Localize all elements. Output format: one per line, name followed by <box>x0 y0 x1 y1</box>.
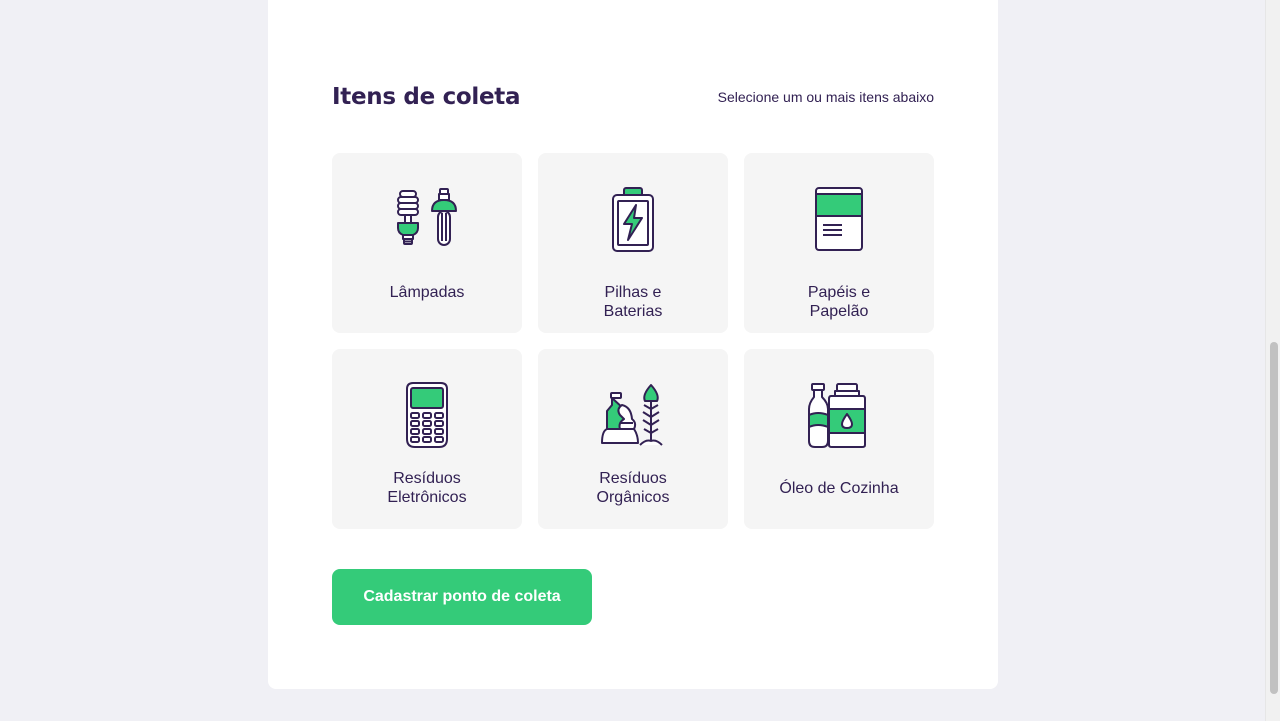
item-label: Papéis e Papelão <box>807 284 871 320</box>
item-label: Óleo de Cozinha <box>779 480 899 497</box>
submit-button[interactable]: Cadastrar ponto de coleta <box>332 569 592 625</box>
battery-icon <box>598 185 668 255</box>
item-residuos-organicos[interactable]: Resíduos Orgânicos <box>538 349 728 529</box>
item-oleo-cozinha[interactable]: Óleo de Cozinha <box>744 349 934 529</box>
paper-icon <box>804 185 874 255</box>
items-grid: Lâmpadas Pilhas e Baterias Papéis e Pape… <box>332 153 934 529</box>
scrollbar-thumb[interactable] <box>1270 342 1278 694</box>
item-papeis-papelao[interactable]: Papéis e Papelão <box>744 153 934 333</box>
item-label: Resíduos Eletrônicos <box>387 470 467 506</box>
form-card: Itens de coleta Selecione um ou mais ite… <box>268 0 998 689</box>
section-hint: Selecione um ou mais itens abaixo <box>717 89 934 105</box>
item-label: Lâmpadas <box>389 284 465 301</box>
item-pilhas-baterias[interactable]: Pilhas e Baterias <box>538 153 728 333</box>
section-header: Itens de coleta Selecione um ou mais ite… <box>332 84 934 110</box>
item-label: Pilhas e Baterias <box>603 284 663 320</box>
oil-icon <box>804 381 874 451</box>
electronics-icon <box>392 381 462 451</box>
lamp-icon <box>392 185 462 255</box>
item-lampadas[interactable]: Lâmpadas <box>332 153 522 333</box>
page-scrollbar[interactable] <box>1265 0 1280 721</box>
item-residuos-eletronicos[interactable]: Resíduos Eletrônicos <box>332 349 522 529</box>
item-label: Resíduos Orgânicos <box>596 470 670 506</box>
organic-icon <box>598 381 668 451</box>
section-title: Itens de coleta <box>332 84 521 110</box>
